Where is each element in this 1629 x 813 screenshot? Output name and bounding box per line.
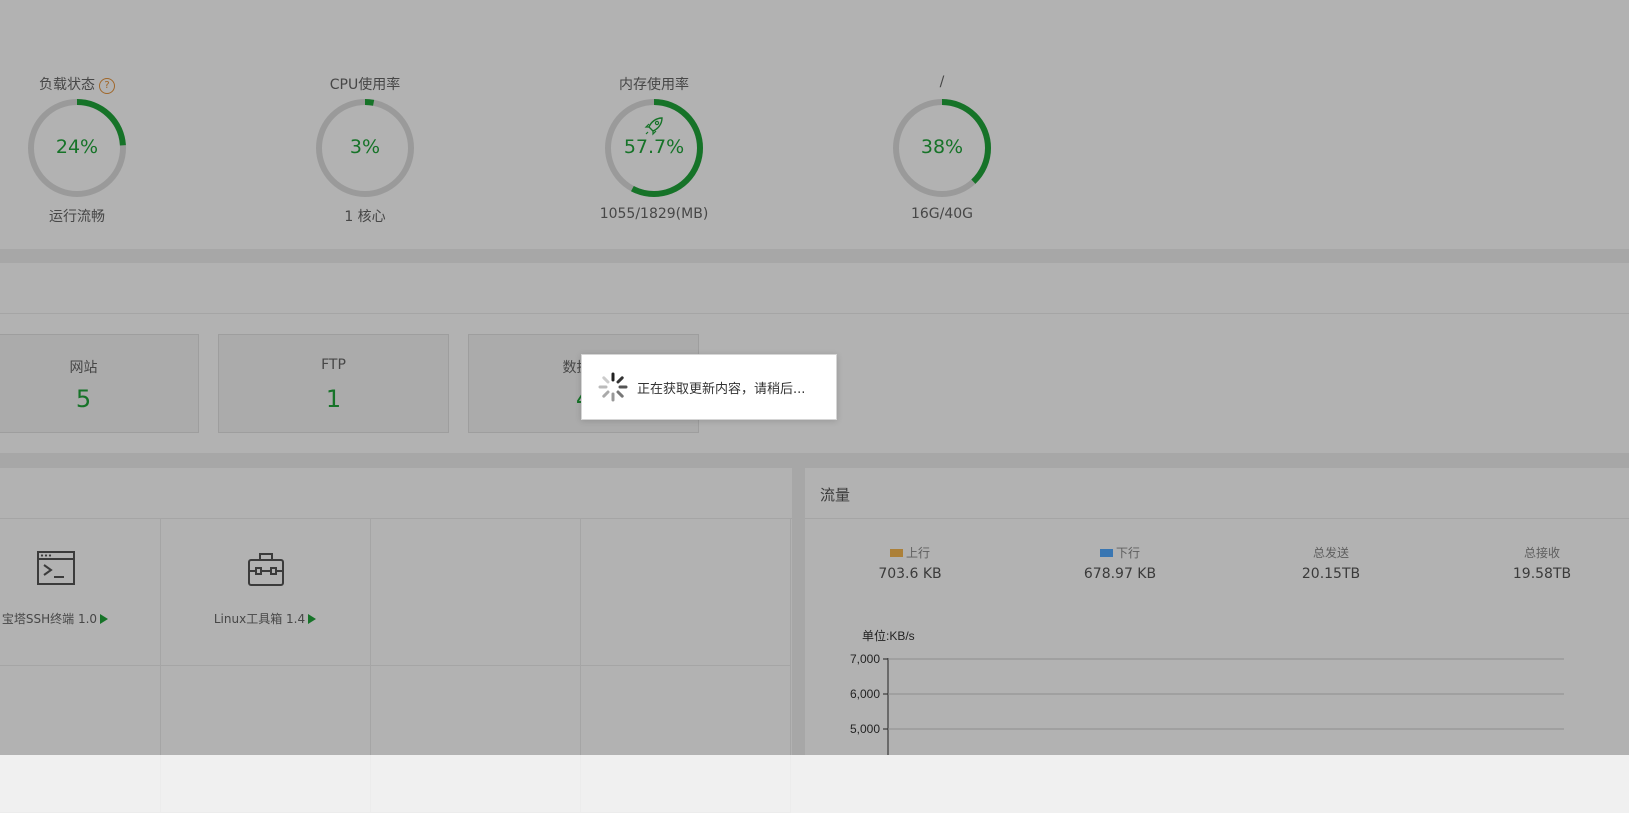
loading-message: 正在获取更新内容，请稍后... — [637, 382, 806, 397]
dashboard-page: 负载状态? 24% 运行流畅 CPU使用率 3% 1 核心 内存使用率 57.7… — [0, 0, 1629, 813]
loading-spinner-icon — [598, 372, 628, 402]
loading-dialog: 正在获取更新内容，请稍后... — [581, 354, 837, 420]
